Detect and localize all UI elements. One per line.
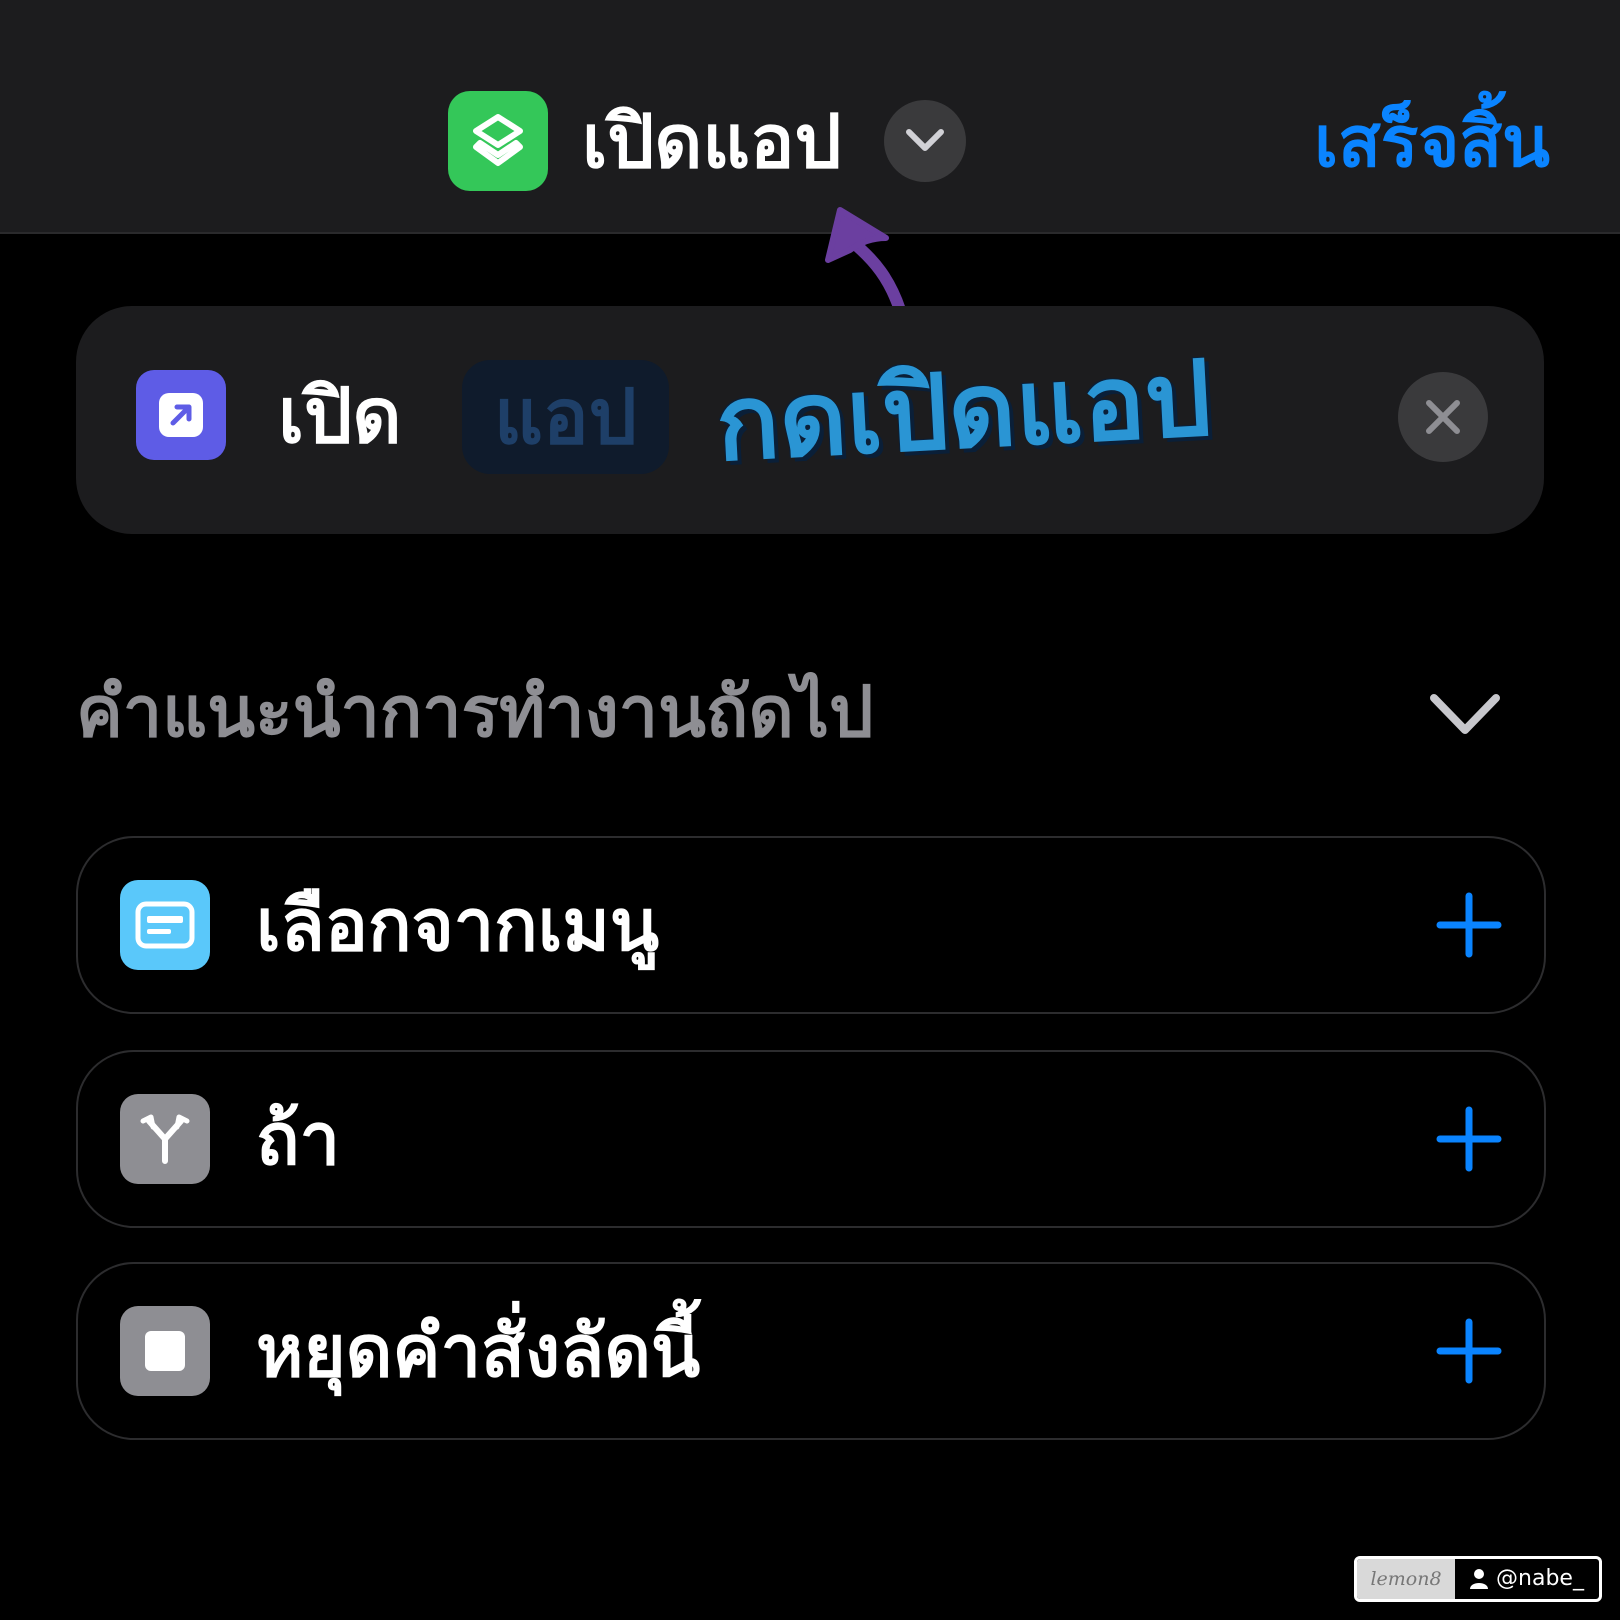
- add-icon[interactable]: [1436, 1318, 1502, 1384]
- suggestion-label: เลือกจากเมนู: [256, 883, 660, 967]
- menu-list-icon: [120, 880, 210, 970]
- suggestion-label: ถ้า: [256, 1097, 341, 1181]
- watermark: lemon8 @nabe_: [1354, 1556, 1602, 1602]
- close-icon: [1426, 400, 1460, 434]
- suggestion-label: หยุดคำสั่งลัดนี้: [256, 1309, 701, 1393]
- suggestion-if[interactable]: ถ้า: [76, 1050, 1546, 1228]
- next-action-suggestions-title: คำแนะนำการทำงานถัดไป: [76, 671, 874, 753]
- collapse-chevron-icon[interactable]: [1428, 690, 1502, 740]
- add-icon[interactable]: [1436, 1106, 1502, 1172]
- done-button[interactable]: เสร็จสิ้น: [1314, 92, 1550, 192]
- navigation-bar: เปิดแอป เสร็จสิ้น: [0, 0, 1620, 234]
- open-app-action-card[interactable]: เปิด แอป กดเปิดแอป: [76, 306, 1544, 534]
- suggestion-stop-shortcut[interactable]: หยุดคำสั่งลัดนี้: [76, 1262, 1546, 1440]
- branch-icon: [120, 1094, 210, 1184]
- user-icon: [1470, 1569, 1489, 1589]
- shortcut-title[interactable]: เปิดแอป: [582, 92, 841, 192]
- lemon8-logo: lemon8: [1357, 1559, 1455, 1599]
- handwritten-annotation: กดเปิดแอป: [713, 337, 1214, 485]
- title-menu-button[interactable]: [884, 100, 966, 182]
- chevron-down-icon: [906, 129, 944, 151]
- remove-action-button[interactable]: [1398, 372, 1488, 462]
- action-verb: เปิด: [278, 371, 402, 460]
- add-icon[interactable]: [1436, 892, 1502, 958]
- app-parameter-token[interactable]: แอป: [462, 360, 669, 474]
- stop-icon: [120, 1306, 210, 1396]
- suggestion-choose-from-menu[interactable]: เลือกจากเมนู: [76, 836, 1546, 1014]
- watermark-username: @nabe_: [1496, 1566, 1584, 1591]
- arrow-annotation-icon: [825, 207, 906, 316]
- shortcuts-layers-icon: [448, 91, 548, 191]
- open-app-arrow-icon: [136, 370, 226, 460]
